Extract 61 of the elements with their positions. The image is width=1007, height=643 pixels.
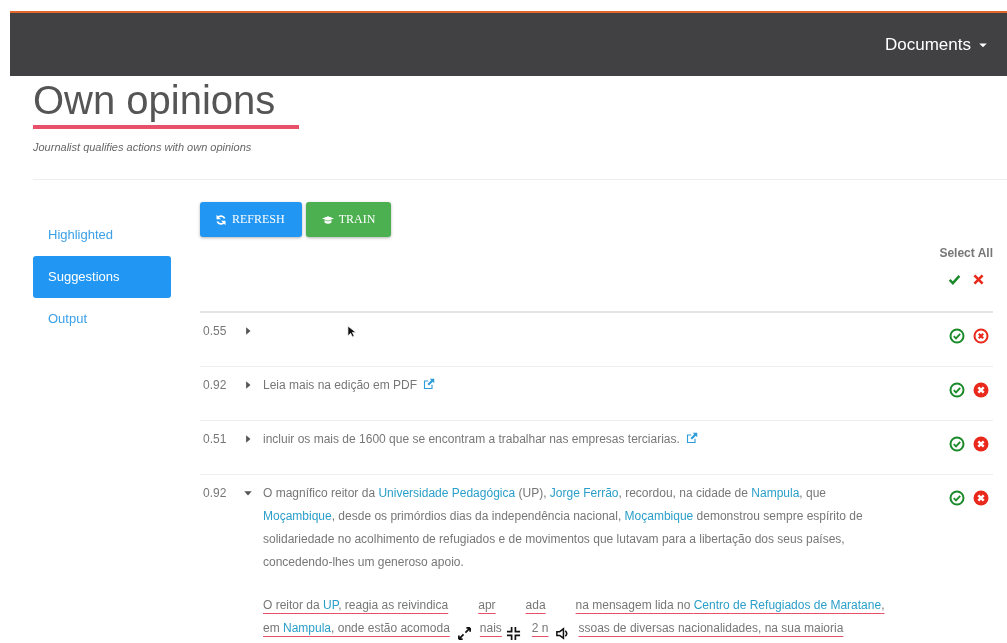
sentence-text: , desde os primórdios dias da independência nacional, [331,509,623,523]
entity-link[interactable]: Moçambique [263,509,332,523]
sentence-text: , onde estão acomoda [331,621,450,635]
caret-right-icon[interactable] [243,326,253,336]
sentence-text: nais [479,621,502,635]
sentence-text: solidariedade no acolhimento de refugiados e de movimentos que lutavam para a libertação dos seus países, [263,532,845,546]
reject-icon[interactable] [973,328,989,344]
cursor-icon [347,325,356,338]
refresh-icon [215,213,227,226]
sentence-text: , [881,598,885,612]
check-icon[interactable] [947,273,961,286]
sentence-text: O reitor da [263,598,321,612]
sentence-text: apr [478,598,496,612]
caret-right-icon[interactable] [243,434,253,444]
caret-down-icon[interactable] [243,488,253,498]
accept-icon[interactable] [949,328,965,344]
score-label: 0.51 [202,431,228,447]
train-button[interactable]: TRAIN [305,202,392,237]
sentence-text: O magnífico reitor da [263,486,377,500]
score-label: 0.92 [202,485,228,501]
sentence-text: , que [799,486,827,500]
reject-icon[interactable] [973,490,989,506]
sentence-text: ada [525,598,546,612]
sidebar-item[interactable]: Suggestions [33,256,171,298]
sidebar-item[interactable]: Output [33,298,171,340]
sentence-text: na mensagem lida no [575,598,692,612]
mortarboard-icon [321,213,334,226]
entity-link[interactable]: Jorge Ferrão [549,486,619,500]
sentence-text: ssoas de diversas nacionalidades, na sua maioria [578,621,844,635]
speaker-icon[interactable] [554,626,570,641]
external-link-icon[interactable] [685,432,698,444]
reject-icon[interactable] [973,436,989,452]
sentence-text: Leia mais na edição em PDF [263,378,418,392]
documents-menu[interactable]: Documents [885,34,989,55]
entity-link[interactable]: Universidade Pedagógica [378,486,516,500]
sentence-text: concedendo-lhes um generoso apoio. [263,555,464,569]
page-subtitle: Journalist qualifies actions with own opinions [33,141,253,153]
close-icon[interactable] [971,273,985,286]
sentence-text: , reagia as reivindica [338,598,449,612]
sentence-text: incluir os mais de 1600 que se encontram a trabalhar nas empresas terciarias. [263,432,680,446]
sentence-text: 2 n [531,621,549,635]
sentence-text: , recordou, na cidade de [618,486,749,500]
accept-icon[interactable] [949,490,965,506]
external-link-icon[interactable] [423,378,436,390]
accept-icon[interactable] [949,382,965,398]
sidebar-item[interactable]: Highlighted [33,214,171,256]
page-title: Own opinions [33,77,276,122]
sentence-text: (UP), [517,486,548,500]
caret-right-icon[interactable] [243,380,253,390]
entity-link[interactable]: UP [323,598,339,612]
accept-icon[interactable] [949,436,965,452]
refresh-button[interactable]: REFRESH [200,202,302,237]
select-all-label: Select All [939,246,993,260]
expand-icon[interactable] [456,626,472,641]
sentence-text: em [263,621,281,635]
sentence-text: demonstrou sempre espírito de [695,509,863,523]
entity-link[interactable]: Moçambique [624,509,694,523]
score-label: 0.92 [202,377,228,393]
reject-icon[interactable] [973,382,989,398]
score-label: 0.55 [202,323,228,339]
collapse-icon[interactable] [506,626,522,641]
